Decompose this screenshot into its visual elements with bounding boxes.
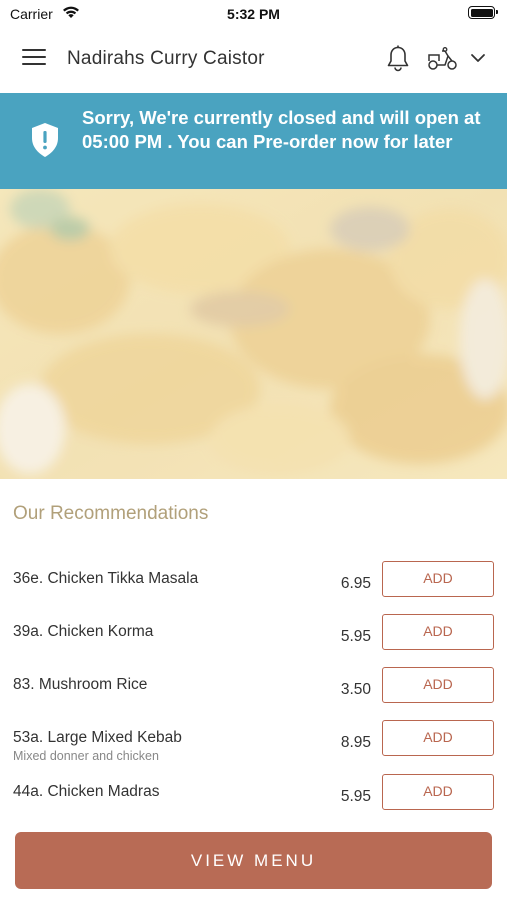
hamburger-menu-icon[interactable] [22,49,46,69]
item-name: 53a. Large Mixed Kebab [13,729,182,746]
item-price: 8.95 [340,734,371,751]
restaurant-title: Nadirahs Curry Caistor [67,48,265,69]
app-header: Nadirahs Curry Caistor [0,26,507,93]
add-button[interactable]: ADD [382,667,494,703]
add-button[interactable]: ADD [382,720,494,756]
view-menu-button[interactable]: VIEW MENU [15,832,492,889]
item-price: 6.95 [340,575,371,592]
status-time: 5:32 PM [227,6,280,22]
list-item: 44a. Chicken Madras 5.95 ADD [0,774,507,836]
battery-icon [468,6,498,19]
item-price: 3.50 [340,681,371,698]
item-name: 44a. Chicken Madras [13,783,160,800]
bell-icon[interactable] [386,45,410,73]
add-button[interactable]: ADD [382,561,494,597]
scooter-icon[interactable] [427,47,459,71]
add-button[interactable]: ADD [382,614,494,650]
status-bar: Carrier 5:32 PM [0,0,507,26]
recommendations-heading: Our Recommendations [13,503,209,524]
item-name: 83. Mushroom Rice [13,676,148,693]
closed-notice-text: Sorry, We're currently closed and will o… [82,107,481,152]
shield-alert-icon [32,123,58,157]
item-name: 36e. Chicken Tikka Masala [13,570,199,587]
closed-notice-banner: Sorry, We're currently closed and will o… [0,93,507,189]
item-price: 5.95 [340,628,371,645]
chevron-down-icon[interactable] [470,52,486,64]
item-price: 5.95 [340,788,371,805]
item-name: 39a. Chicken Korma [13,623,154,640]
hero-food-image [0,189,507,479]
add-button[interactable]: ADD [382,774,494,810]
item-description: Mixed donner and chicken [13,749,159,763]
